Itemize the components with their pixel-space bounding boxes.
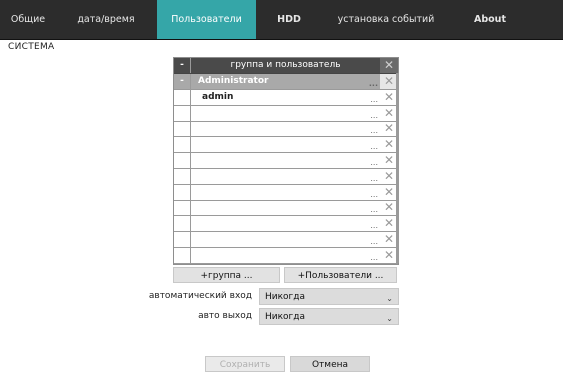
row-name: ... xyxy=(191,121,380,136)
table-header-label: группа и пользователь xyxy=(191,58,380,73)
table-row[interactable]: admin... ✕ xyxy=(174,89,398,106)
row-edit-ellipsis[interactable]: ... xyxy=(370,111,378,120)
auto-logout-value: Никогда xyxy=(265,312,306,322)
row-name: ... xyxy=(191,153,380,168)
row-indent-cell xyxy=(174,216,191,232)
row-indent-cell xyxy=(174,89,191,105)
table-row[interactable]: ... ✕ xyxy=(174,200,398,217)
row-edit-ellipsis[interactable]: ... xyxy=(370,174,378,183)
row-indent-cell xyxy=(174,184,191,200)
table-header: - группа и пользователь ✕ xyxy=(174,58,398,74)
row-indent-cell xyxy=(174,232,191,247)
row-name: ... xyxy=(191,248,380,263)
users-table: - группа и пользователь ✕ - Administrator… xyxy=(173,57,399,265)
auto-login-select[interactable]: Никогда ⌄ xyxy=(259,288,399,305)
row-indent-cell xyxy=(174,137,191,153)
table-row[interactable]: ... ✕ xyxy=(174,137,398,154)
row-name: ... xyxy=(191,232,380,247)
cancel-button[interactable]: Отмена xyxy=(290,356,370,372)
row-indent-cell xyxy=(174,121,191,137)
add-group-button[interactable]: +группа ... xyxy=(173,267,280,283)
tab-date-time[interactable]: дата/время xyxy=(56,0,156,39)
auto-login-value: Никогда xyxy=(265,292,306,302)
tab-about[interactable]: About xyxy=(450,0,530,39)
group-collapse-button[interactable]: - xyxy=(174,74,191,89)
row-name-text: Administrator xyxy=(198,76,269,86)
row-name: ... xyxy=(191,137,380,152)
auto-logout-label: авто выход xyxy=(198,311,252,321)
tab-bar: Общие дата/время Пользователи HDD устано… xyxy=(0,0,563,40)
row-name: ... xyxy=(191,216,380,231)
table-row[interactable]: ... ✕ xyxy=(174,184,398,201)
row-edit-ellipsis[interactable]: ... xyxy=(370,253,378,262)
add-user-button[interactable]: +Пользователи ... xyxy=(284,267,397,283)
table-scrollbar[interactable] xyxy=(396,73,399,263)
auto-logout-select[interactable]: Никогда ⌄ xyxy=(259,308,399,325)
table-row[interactable]: ... ✕ xyxy=(174,216,398,233)
tab-general[interactable]: Общие xyxy=(0,0,56,39)
row-edit-ellipsis[interactable]: ... xyxy=(370,190,378,199)
collapse-all-button[interactable]: - xyxy=(174,58,191,73)
chevron-down-icon: ⌄ xyxy=(386,294,393,303)
auto-login-label: автоматический вход xyxy=(148,291,252,301)
row-name: ... xyxy=(191,106,380,121)
table-row[interactable]: ... ✕ xyxy=(174,121,398,138)
tab-users[interactable]: Пользователи xyxy=(157,0,256,39)
tab-hdd[interactable]: HDD xyxy=(256,0,322,39)
row-indent-cell xyxy=(174,247,191,263)
row-name: ... xyxy=(191,200,380,215)
row-indent-cell xyxy=(174,105,191,121)
chevron-down-icon: ⌄ xyxy=(386,314,393,323)
table-row[interactable]: ... ✕ xyxy=(174,168,398,185)
table-row[interactable]: ... ✕ xyxy=(174,153,398,169)
row-indent-cell xyxy=(174,168,191,184)
table-row[interactable]: - Administrator... ✕ xyxy=(174,74,398,90)
section-title: СИСТЕМА xyxy=(8,42,55,52)
row-edit-ellipsis[interactable]: ... xyxy=(370,127,378,135)
table-row[interactable]: ... ✕ xyxy=(174,105,398,122)
row-edit-ellipsis[interactable]: ... xyxy=(370,95,378,104)
row-name: admin... xyxy=(191,90,380,105)
row-name: Administrator... xyxy=(191,74,380,89)
row-edit-ellipsis[interactable]: ... xyxy=(370,206,378,214)
row-indent-cell xyxy=(174,200,191,216)
delete-header-icon: ✕ xyxy=(380,58,398,73)
row-edit-ellipsis[interactable]: ... xyxy=(370,238,378,246)
row-edit-ellipsis[interactable]: ... xyxy=(370,222,378,230)
row-name: ... xyxy=(191,169,380,184)
tab-event-setup[interactable]: установка событий xyxy=(322,0,450,39)
row-name: ... xyxy=(191,185,380,200)
row-edit-ellipsis[interactable]: ... xyxy=(369,80,378,88)
row-indent-cell xyxy=(174,153,191,168)
row-edit-ellipsis[interactable]: ... xyxy=(370,159,378,167)
scrollbar-thumb[interactable] xyxy=(396,73,399,263)
row-name-text: admin xyxy=(202,91,234,102)
row-edit-ellipsis[interactable]: ... xyxy=(370,143,378,151)
table-row[interactable]: ... ✕ xyxy=(174,247,398,264)
save-button[interactable]: Сохранить xyxy=(205,356,285,372)
table-row[interactable]: ... ✕ xyxy=(174,232,398,248)
